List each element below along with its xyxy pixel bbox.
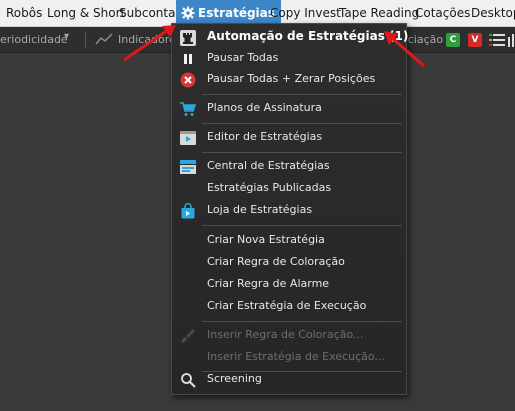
estrategias-dropdown-menu: Automação de Estratégias (1) Pausar Toda… [171,23,409,395]
menu-item-label: Inserir Regra de Coloração... [207,328,364,341]
menu-item-label: Planos de Assinatura [207,101,322,114]
menu-divider [202,123,402,124]
menu-item-planos-assinatura[interactable]: Planos de Assinatura [172,98,406,119]
menu-item-pausar-todas[interactable]: Pausar Todas [172,48,406,69]
menu-item-central-estrategias[interactable]: Central de Estratégias [172,156,406,177]
menu-item-label: Automação de Estratégias (1) [207,29,409,43]
menu-item-inserir-estrategia-execucao: Inserir Estratégia de Execução... [172,347,406,368]
menu-item-label: Pausar Todas + Zerar Posições [207,72,376,85]
buy-button[interactable]: C [446,33,460,47]
menu-cotacoes[interactable]: Cotações [415,0,470,26]
sell-button[interactable]: V [468,33,482,47]
menu-item-label: Criar Regra de Alarme [207,277,330,290]
menu-item-criar-regra-alarme[interactable]: Criar Regra de Alarme [172,274,406,295]
menu-item-criar-estrategia-execucao[interactable]: Criar Estratégia de Execução [172,296,406,317]
pause-icon [184,54,192,64]
menu-item-label: Editor de Estratégias [207,130,323,143]
menu-item-label: Criar Regra de Coloração [207,255,345,268]
menu-item-criar-regra-coloracao[interactable]: Criar Regra de Coloração [172,252,406,273]
periodicidade-dropdown[interactable]: eriodicidade [0,33,68,46]
play-window-icon [180,131,196,145]
menu-item-automacao-estrategias[interactable]: Automação de Estratégias (1) [172,27,409,48]
menu-robos[interactable]: Robôs [6,0,42,26]
toolbar-divider [85,31,86,48]
shopping-cart-icon [180,102,196,116]
menu-long-short[interactable]: Long & Short [47,0,125,26]
chevron-down-icon[interactable]: ▾ [64,31,69,42]
line-chart-icon [95,33,113,45]
menu-divider [202,321,402,322]
search-icon [181,373,196,388]
central-icon [180,160,196,174]
annotation-arrow-icon [123,25,176,62]
menu-item-estrategias-publicadas[interactable]: Estratégias Publicadas [172,178,406,199]
menu-item-editor-estrategias[interactable]: Editor de Estratégias [172,127,406,148]
menu-item-label: Loja de Estratégias [207,203,313,216]
chess-rook-icon [180,30,196,46]
menu-divider [202,94,402,95]
menu-divider [202,152,402,153]
menu-desktop[interactable]: Desktop [471,0,515,26]
brush-icon [181,329,195,343]
annotation-arrow-icon [384,31,425,68]
menu-divider [202,225,402,226]
menu-item-criar-nova-estrategia[interactable]: Criar Nova Estratégia [172,230,406,251]
menu-item-label: Screening [207,372,262,385]
shopping-bag-icon [181,203,195,219]
menu-item-screening[interactable]: Screening [172,369,406,390]
red-x-circle-icon [180,72,196,88]
menu-item-label: Inserir Estratégia de Execução... [207,350,385,363]
menu-item-label: Pausar Todas [207,51,279,64]
chart-bars-icon[interactable] [508,33,515,47]
menu-item-pausar-zerar[interactable]: Pausar Todas + Zerar Posições [172,69,406,90]
menu-item-label: Central de Estratégias [207,159,330,172]
gear-icon [181,6,195,20]
menu-item-label: Criar Nova Estratégia [207,233,325,246]
menu-item-inserir-regra-coloracao: Inserir Regra de Coloração... [172,325,406,346]
list-icon[interactable] [489,33,505,47]
menu-item-loja-estrategias[interactable]: Loja de Estratégias [172,200,406,221]
menu-item-label: Estratégias Publicadas [207,181,332,194]
menu-item-label: Criar Estratégia de Execução [207,299,367,312]
menu-estrategias-label: Estratégias [198,6,275,20]
